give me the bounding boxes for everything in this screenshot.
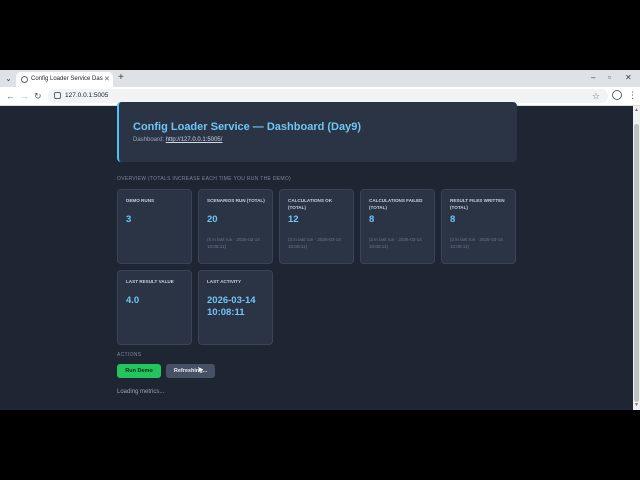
card-label: Demo runs [126,198,155,203]
metric-card-result-files: Result files written (total) 8 (2 in las… [441,189,516,264]
actions-label: Actions [117,352,142,358]
bookmark-star-icon[interactable]: ☆ [592,90,600,102]
metric-card-last-result: Last result value 4.0 [117,270,192,345]
minimize-icon[interactable]: – [591,72,595,84]
dashboard-label: Dashboard: [133,137,165,143]
scroll-up-icon[interactable]: ▲ [634,107,639,113]
reload-icon[interactable]: ↻ [34,90,42,103]
card-subtext: (2 in last run · 2026-03-14 10:08:11) [369,237,422,249]
header-card: Config Loader Service — Dashboard (Day9)… [117,102,517,162]
page-viewport: Config Loader Service — Dashboard (Day9)… [0,102,640,410]
card-value: 8 [450,214,456,225]
dashboard-line: Dashboard: http://127.0.0.1:5005/ [133,136,222,145]
metric-card-calculations-failed: Calculations failed (total) 8 (2 in last… [360,189,435,264]
overview-label: Overview (totals increase each time you … [117,176,291,182]
profile-icon[interactable] [612,90,622,100]
dashboard-link[interactable]: http://127.0.0.1:5005/ [166,137,223,143]
tab-title: Config Loader Service Dashboard [31,76,103,82]
browser-tab-bar: ⌄ Config Loader Service Dashboard ✕ + – … [0,70,640,87]
card-value: 4.0 [126,295,140,306]
refresh-button[interactable]: Refreshing... [166,364,215,378]
card-label: Calculations failed (total) [369,198,423,210]
card-value: 8 [369,214,375,225]
card-label: Scenarios run (total) [207,198,265,203]
card-subtext: (3 in last run · 2026-03-14 10:08:11) [288,237,341,249]
address-bar[interactable]: 127.0.0.1:5005 ☆ [48,89,608,103]
close-icon[interactable]: ✕ [104,75,110,84]
card-value: 20 [207,214,218,225]
url-text[interactable]: 127.0.0.1:5005 [65,91,108,101]
page-title: Config Loader Service — Dashboard (Day9) [133,121,361,133]
metric-card-calculations-ok: Calculations OK (total) 12 (3 in last ru… [279,189,354,264]
card-subtext: (5 in last run · 2026-03-14 10:08:11) [207,237,260,249]
card-label: Calculations OK (total) [288,198,333,210]
maximize-icon[interactable]: ▫ [608,72,611,84]
card-subtext: (2 in last run · 2026-03-14 10:08:11) [450,237,503,249]
back-icon[interactable]: ← [6,90,15,103]
card-value: 3 [126,214,132,225]
metric-card-scenarios-run: Scenarios run (total) 20 (5 in last run … [198,189,273,264]
metric-card-demo-runs: Demo runs 3 [117,189,192,264]
card-label: Last activity [207,279,242,284]
forward-icon[interactable]: → [20,90,29,103]
menu-kebab-icon[interactable]: ⋮ [628,89,637,101]
scroll-thumb[interactable] [634,124,639,402]
new-tab-icon[interactable]: + [118,72,124,84]
run-demo-button[interactable]: Run Demo [117,364,161,378]
card-label: Last result value [126,279,174,284]
window-close-icon[interactable]: ✕ [625,72,632,84]
globe-icon [21,76,28,83]
browser-tab[interactable]: Config Loader Service Dashboard ✕ [16,72,113,87]
page-scrollbar[interactable]: ▲ ▼ [633,106,640,410]
site-info-icon[interactable] [54,92,61,99]
status-text: Loading metrics... [117,389,165,395]
card-value: 12 [288,214,299,225]
mouse-cursor-icon: ➤ [197,365,204,374]
card-value: 2026-03-14 10:08:11 [207,295,256,318]
scroll-down-icon[interactable]: ▼ [634,402,639,408]
tab-search-icon[interactable]: ⌄ [3,73,14,84]
card-label: Result files written (total) [450,198,505,210]
metric-card-last-activity: Last activity 2026-03-14 10:08:11 [198,270,273,345]
